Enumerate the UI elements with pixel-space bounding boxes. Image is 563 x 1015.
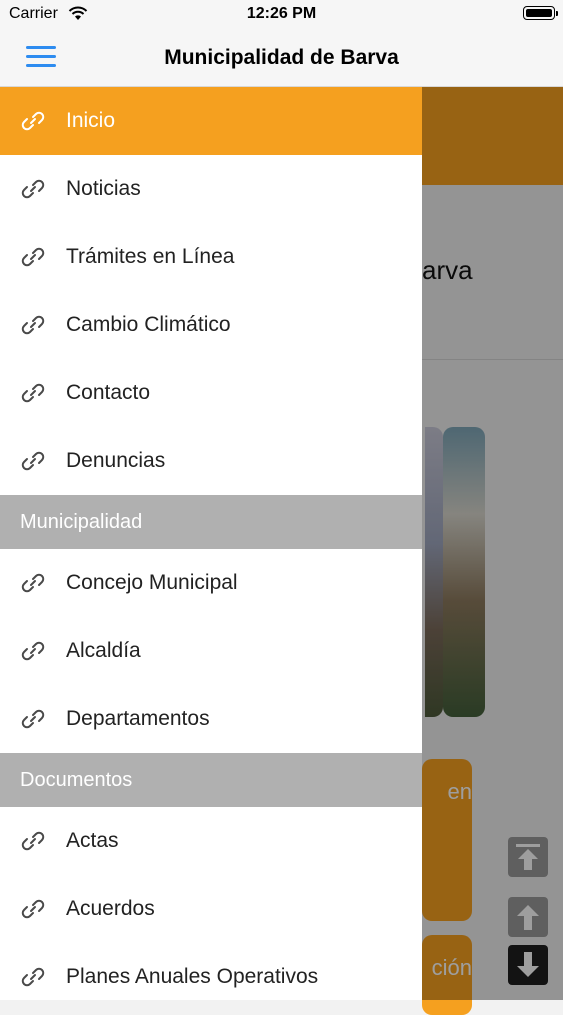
menu-item-label: Alcaldía (66, 639, 141, 662)
menu-item-departamentos[interactable]: Departamentos (0, 685, 422, 753)
menu-item-label: Contacto (66, 381, 151, 404)
menu-item-tramites-en-linea[interactable]: Trámites en Línea (0, 223, 422, 291)
section-header-documentos: Documentos (0, 753, 422, 807)
link-icon (21, 831, 45, 851)
link-icon (21, 573, 45, 593)
clock: 12:26 PM (246, 5, 317, 22)
section-header-municipalidad: Municipalidad (0, 495, 422, 549)
link-icon (21, 967, 45, 987)
menu-item-label: Actas (66, 829, 119, 852)
link-icon (21, 383, 45, 403)
menu-item-inicio[interactable]: Inicio (0, 87, 422, 155)
menu-item-label: Concejo Municipal (66, 571, 238, 594)
link-icon (21, 709, 45, 729)
menu-item-cambio-climatico[interactable]: Cambio Climático (0, 291, 422, 359)
menu-item-contacto[interactable]: Contacto (0, 359, 422, 427)
menu-item-label: Trámites en Línea (66, 245, 235, 268)
menu-item-actas[interactable]: Actas (0, 807, 422, 875)
menu-item-label: Departamentos (66, 707, 210, 730)
menu-item-concejo-municipal[interactable]: Concejo Municipal (0, 549, 422, 617)
link-icon (21, 111, 45, 131)
menu-item-alcaldia[interactable]: Alcaldía (0, 617, 422, 685)
link-icon (21, 899, 45, 919)
status-bar: Carrier 12:26 PM (0, 0, 563, 30)
menu-item-label: Cambio Climático (66, 313, 231, 336)
menu-item-label: Planes Anuales Operativos (66, 965, 319, 988)
menu-item-label: Noticias (66, 177, 141, 200)
menu-item-denuncias[interactable]: Denuncias (0, 427, 422, 495)
menu-item-label: Acuerdos (66, 897, 155, 920)
menu-item-acuerdos[interactable]: Acuerdos (0, 875, 422, 943)
link-icon (21, 247, 45, 267)
link-icon (21, 451, 45, 471)
menu-item-planes-anuales-operativos[interactable]: Planes Anuales Operativos (0, 943, 422, 1000)
menu-item-label: Inicio (66, 109, 116, 132)
link-icon (21, 179, 45, 199)
menu-item-label: Denuncias (66, 449, 166, 472)
navigation-bar: Municipalidad de Barva (0, 30, 563, 87)
side-drawer: Inicio Noticias Trámites en Línea Cambio Cl… (0, 87, 422, 1000)
link-icon (21, 315, 45, 335)
page-title: Municipalidad de Barva (164, 46, 399, 69)
battery-icon (523, 6, 558, 20)
link-icon (21, 641, 45, 661)
menu-item-noticias[interactable]: Noticias (0, 155, 422, 223)
